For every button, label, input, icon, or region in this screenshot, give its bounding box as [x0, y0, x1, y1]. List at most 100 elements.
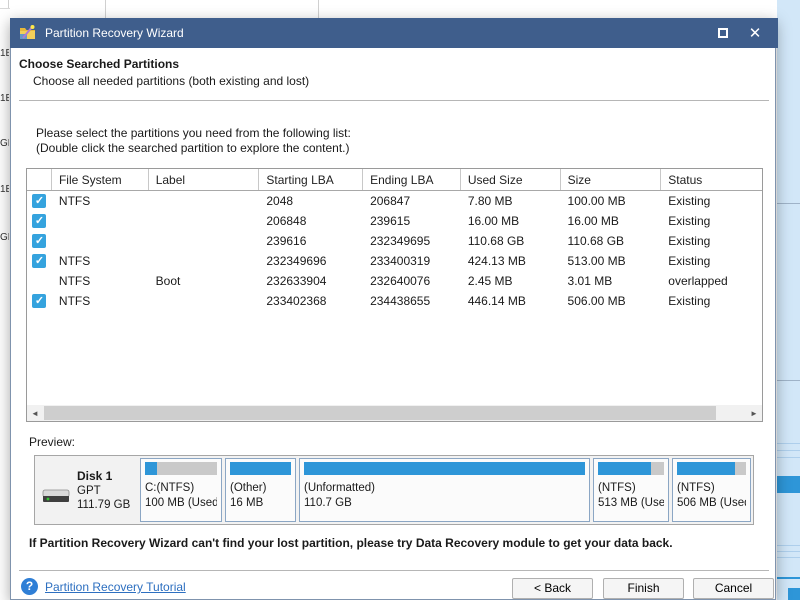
window-title: Partition Recovery Wizard	[45, 26, 184, 40]
partition-usage-bar	[145, 462, 217, 475]
row-checkbox-cell[interactable]: ✓	[27, 214, 52, 228]
cell-ending-lba: 232349695	[370, 234, 431, 248]
disk-type: GPT	[77, 485, 101, 497]
disk-preview: Disk 1 GPT 111.79 GB C:(NTFS) 100 MB (Use…	[34, 455, 754, 525]
checkbox-checked-icon[interactable]: ✓	[32, 214, 47, 228]
cell-starting-lba: 206848	[266, 214, 307, 228]
table-row[interactable]: NTFS Boot 232633904 232640076 2.45 MB 3.01 MB…	[27, 271, 762, 291]
footer-divider	[19, 570, 769, 571]
checkbox-checked-icon[interactable]: ✓	[32, 294, 47, 308]
cell-size: 110.68 GB	[567, 234, 625, 248]
partition-label: (NTFS)	[677, 482, 715, 494]
partition-size: 506 MB (Used	[677, 497, 746, 509]
table-body: ✓ NTFS 2048 206847 7.80 MB 100.00 MB Existing ✓…	[27, 191, 762, 311]
table-row[interactable]: ✓ NTFS 232349696 233400319 424.13 MB 513.00 M…	[27, 251, 762, 271]
preview-partitions: C:(NTFS) 100 MB (Used (Other) 16 MB (Unforma…	[140, 456, 753, 524]
partition-size: 100 MB (Used	[145, 497, 217, 509]
background-text-fragment: GE	[0, 232, 9, 243]
partition-label: C:(NTFS)	[145, 482, 195, 494]
cell-ending-lba: 239615	[370, 214, 411, 228]
app-icon	[19, 25, 37, 41]
back-button[interactable]: < Back	[512, 578, 593, 599]
disk-icon	[41, 484, 73, 507]
checkbox-checked-icon[interactable]: ✓	[32, 234, 47, 248]
table-row[interactable]: ✓ NTFS 233402368 234438655 446.14 MB 506.00 M…	[27, 291, 762, 311]
cell-used-size: 446.14 MB	[467, 294, 526, 308]
horizontal-scrollbar[interactable]: ◄ ►	[27, 405, 762, 421]
row-checkbox-cell[interactable]: ✓	[27, 294, 52, 308]
row-checkbox-cell[interactable]: ✓	[27, 254, 52, 268]
finish-button[interactable]: Finish	[603, 578, 684, 599]
cell-size: 100.00 MB	[567, 194, 626, 208]
partition-usage-bar	[677, 462, 746, 475]
partition-size: 16 MB	[230, 497, 264, 509]
close-icon: ✕	[748, 24, 762, 42]
instruction-line-1: Please select the partitions you need fr…	[36, 126, 351, 140]
cell-ending-lba: 232640076	[370, 274, 431, 288]
cell-status: Existing	[668, 254, 711, 268]
checkbox-checked-icon[interactable]: ✓	[32, 254, 47, 268]
cancel-button[interactable]: Cancel	[693, 578, 774, 599]
cell-starting-lba: 2048	[266, 194, 294, 208]
cell-used-size: 424.13 MB	[467, 254, 526, 268]
table-row[interactable]: ✓ 239616 232349695 110.68 GB 110.68 GB Existi…	[27, 231, 762, 251]
instruction-line-2: (Double click the searched partition to …	[36, 141, 350, 155]
cell-used-size: 16.00 MB	[467, 214, 520, 228]
column-header-label[interactable]: Label	[149, 169, 260, 190]
table-header-row: File System Label Starting LBA Ending LBA Us…	[27, 169, 762, 191]
tutorial-link[interactable]: Partition Recovery Tutorial	[45, 580, 186, 594]
background-partition-bar	[777, 476, 800, 493]
cell-ending-lba: 233400319	[370, 254, 431, 268]
partition-usage-bar	[230, 462, 291, 475]
preview-partition-block[interactable]: (NTFS) 513 MB (Used	[593, 458, 669, 522]
warning-text: If Partition Recovery Wizard can't find …	[29, 536, 673, 550]
page-subtitle: Choose all needed partitions (both exist…	[33, 74, 310, 88]
row-checkbox-cell[interactable]: ✓	[27, 234, 52, 248]
preview-partition-block[interactable]: (NTFS) 506 MB (Used	[672, 458, 751, 522]
preview-partition-block[interactable]: C:(NTFS) 100 MB (Used	[140, 458, 222, 522]
scroll-left-icon[interactable]: ◄	[27, 405, 43, 421]
cell-used-size: 110.68 GB	[467, 234, 525, 248]
maximize-icon	[718, 28, 728, 38]
column-header-status[interactable]: Status	[661, 169, 762, 190]
cell-file-system: NTFS	[58, 294, 91, 308]
disk-info: Disk 1 GPT 111.79 GB	[35, 456, 140, 524]
close-button[interactable]: ✕	[740, 18, 770, 48]
preview-partition-block[interactable]: (Other) 16 MB	[225, 458, 296, 522]
column-header-file-system[interactable]: File System	[52, 169, 149, 190]
scrollbar-thumb[interactable]	[44, 406, 716, 420]
row-checkbox-cell[interactable]: ✓	[27, 194, 52, 208]
scroll-right-icon[interactable]: ►	[746, 405, 762, 421]
column-header-ending-lba[interactable]: Ending LBA	[363, 169, 461, 190]
table-row[interactable]: ✓ NTFS 2048 206847 7.80 MB 100.00 MB Existing	[27, 191, 762, 211]
preview-partition-block[interactable]: (Unformatted) 110.7 GB	[299, 458, 590, 522]
maximize-button[interactable]	[708, 18, 738, 48]
partition-usage-bar	[304, 462, 585, 475]
partition-recovery-wizard-dialog: Partition Recovery Wizard ✕ Choose Searc…	[10, 18, 778, 600]
cell-ending-lba: 206847	[370, 194, 411, 208]
screen: 1B 1E GE 1E GE	[0, 0, 800, 600]
cell-size: 3.01 MB	[567, 274, 613, 288]
partition-label: (Unformatted)	[304, 482, 375, 494]
cell-starting-lba: 232633904	[266, 274, 327, 288]
help-icon[interactable]: ?	[21, 578, 38, 595]
titlebar[interactable]: Partition Recovery Wizard ✕	[10, 18, 778, 48]
column-header-starting-lba[interactable]: Starting LBA	[259, 169, 364, 190]
table-row[interactable]: ✓ 206848 239615 16.00 MB 16.00 MB Existing	[27, 211, 762, 231]
disk-capacity: 111.79 GB	[77, 499, 131, 511]
cell-size: 16.00 MB	[567, 214, 619, 228]
partition-label: (NTFS)	[598, 482, 636, 494]
cell-status: overlapped	[668, 274, 728, 288]
checkbox-checked-icon[interactable]: ✓	[32, 194, 47, 208]
partition-size: 110.7 GB	[304, 497, 352, 509]
cell-starting-lba: 239616	[266, 234, 307, 248]
column-header-size[interactable]: Size	[561, 169, 662, 190]
cell-label: Boot	[155, 274, 181, 288]
partitions-table: File System Label Starting LBA Ending LBA Us…	[26, 168, 763, 422]
background-text-fragment: 1B	[0, 48, 9, 59]
column-header-used-size[interactable]: Used Size	[461, 169, 561, 190]
disk-name: Disk 1	[77, 469, 113, 483]
column-header-checkbox[interactable]	[27, 169, 52, 190]
cell-size: 506.00 MB	[567, 294, 626, 308]
header-divider	[19, 100, 769, 101]
